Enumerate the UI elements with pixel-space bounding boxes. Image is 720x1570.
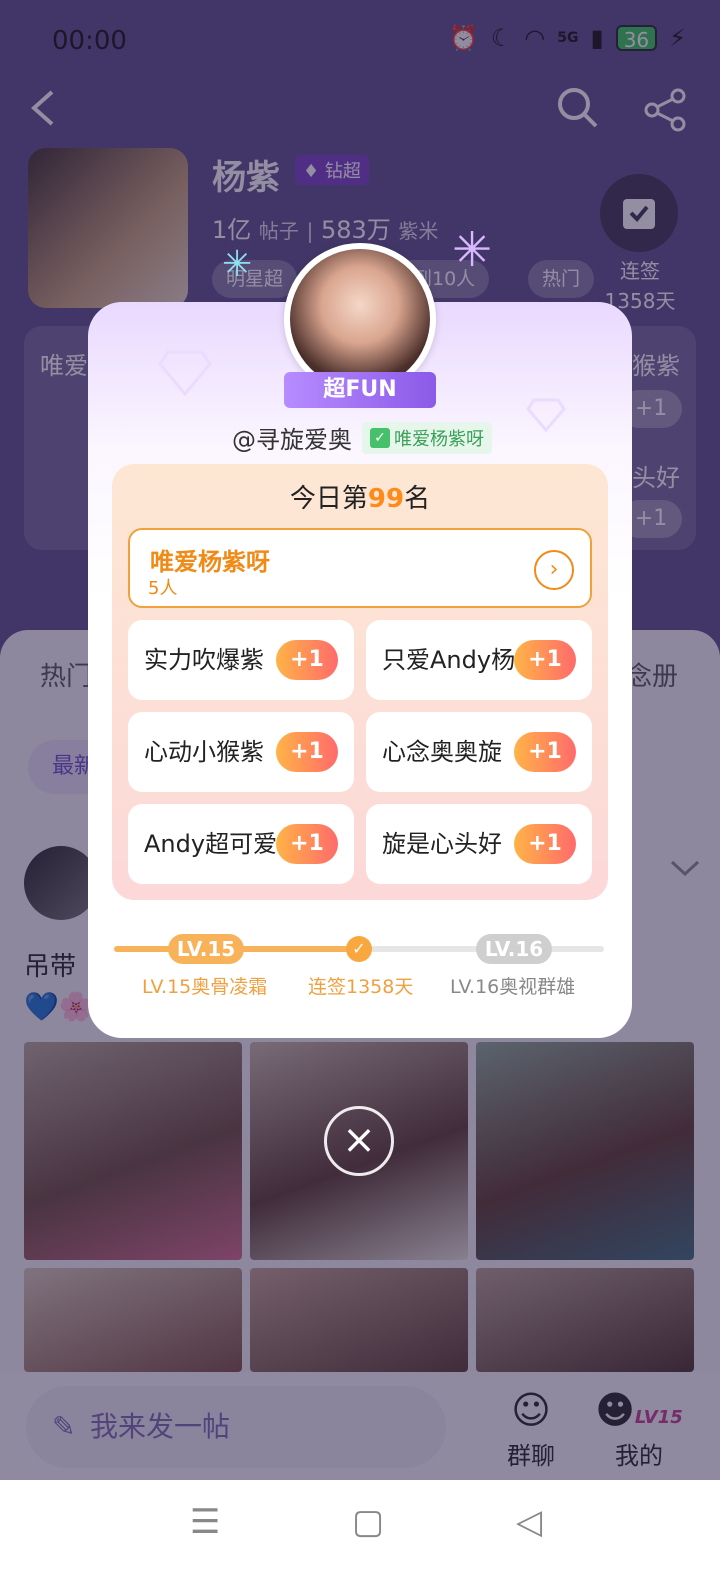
plus-one-button[interactable]: +1 [276, 640, 338, 680]
group-name: 心动小猴紫 [144, 738, 264, 766]
group-card[interactable]: 心念奥奥旋 +1 [366, 712, 592, 792]
plus-one-button[interactable]: +1 [514, 824, 576, 864]
group-card[interactable]: Andy超可爱 +1 [128, 804, 354, 884]
rank-number: 99 [367, 484, 405, 514]
streak-label: 连签1358天 [308, 976, 414, 998]
plus-one-button[interactable]: +1 [514, 732, 576, 772]
group-card[interactable]: 旋是心头好 +1 [366, 804, 592, 884]
group-name: 心念奥奥旋 [382, 738, 502, 766]
check-icon: ✓ [370, 427, 390, 448]
main-group-name: 唯爱杨紫呀 [150, 548, 270, 576]
home-icon[interactable]: ▢ [352, 1502, 384, 1542]
group-name: Andy超可爱 [144, 830, 278, 858]
group-name: 旋是心头好 [382, 830, 502, 858]
rank-suffix: 名 [404, 484, 431, 514]
next-level-title: LV.16奥视群雄 [450, 976, 576, 998]
modal-user-row: @寻旋爱奥 ✓ 唯爱杨紫呀 [232, 420, 492, 455]
rank-prefix: 今日第 [289, 484, 368, 514]
back-nav-icon[interactable]: ◁ [516, 1502, 542, 1542]
group-tag-label: 唯爱杨紫呀 [394, 428, 484, 450]
modal-username[interactable]: @寻旋爱奥 [232, 420, 352, 455]
group-card[interactable]: 心动小猴紫 +1 [128, 712, 354, 792]
sparkle-icon: ✳ [222, 244, 253, 285]
main-group-card[interactable]: 唯爱杨紫呀 5人 › [128, 528, 592, 608]
sparkle-icon: ✳ [452, 222, 493, 278]
menu-icon[interactable]: ☰ [190, 1502, 220, 1542]
fun-badge: 超FUN [284, 372, 436, 408]
group-tag: ✓ 唯爱杨紫呀 [362, 421, 492, 454]
group-card[interactable]: 只爱Andy杨 +1 [366, 620, 592, 700]
check-icon: ✓ [346, 936, 372, 962]
plus-one-button[interactable]: +1 [514, 640, 576, 680]
main-group-count: 5人 [148, 578, 178, 599]
current-level-badge: LV.15 [168, 934, 244, 964]
current-level-title: LV.15奥骨凌霜 [142, 976, 268, 998]
chevron-right-icon[interactable]: › [534, 550, 574, 590]
rank-title: 今日第99名 [112, 478, 608, 515]
next-level-badge: LV.16 [476, 934, 552, 964]
group-name: 只爱Andy杨 [382, 646, 516, 674]
group-name: 实力吹爆紫 [144, 646, 264, 674]
plus-one-button[interactable]: +1 [276, 732, 338, 772]
plus-one-button[interactable]: +1 [276, 824, 338, 864]
group-card[interactable]: 实力吹爆紫 +1 [128, 620, 354, 700]
diamond-decoration-icon [158, 350, 212, 396]
system-nav-bar: ☰ ▢ ◁ [0, 1480, 720, 1570]
diamond-decoration-icon [526, 398, 566, 432]
close-button[interactable]: × [324, 1106, 394, 1176]
